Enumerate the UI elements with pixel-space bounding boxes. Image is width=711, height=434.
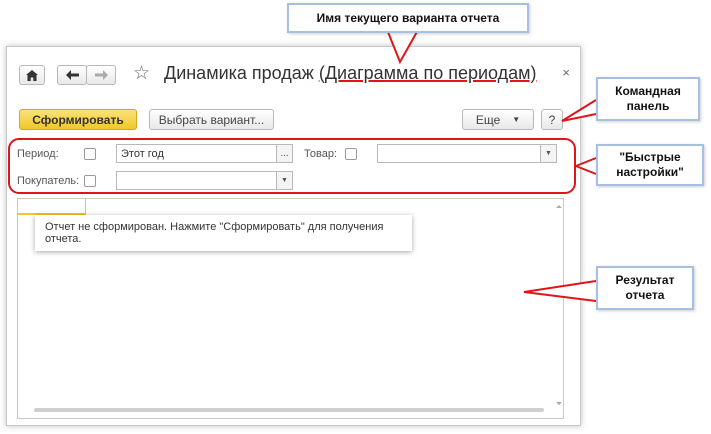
select-variant-button[interactable]: Выбрать вариант... [149, 109, 274, 130]
buyer-dropdown-button[interactable]: ▼ [276, 171, 293, 190]
star-icon[interactable]: ☆ [133, 62, 150, 85]
chevron-down-icon: ▼ [545, 150, 552, 157]
product-dropdown-button[interactable]: ▼ [540, 144, 557, 163]
report-result-callout: Результат отчета [596, 266, 694, 310]
chevron-down-icon: ▼ [281, 177, 288, 184]
period-field[interactable]: Этот год [116, 144, 277, 163]
quick-settings-callout: "Быстрые настройки" [596, 144, 704, 186]
buyer-field[interactable] [116, 171, 277, 190]
vertical-scrollbar[interactable] [556, 205, 562, 405]
period-checkbox[interactable] [84, 148, 96, 160]
scroll-up-arrow[interactable] [556, 205, 562, 208]
active-cell [18, 199, 86, 215]
report-name: Динамика продаж [164, 63, 319, 83]
help-button[interactable]: ? [541, 109, 563, 130]
home-button[interactable] [19, 65, 45, 85]
chevron-down-icon: ▼ [512, 115, 521, 124]
home-icon [26, 69, 38, 81]
buyer-label: Покупатель: [17, 175, 80, 187]
report-window: ☆ Динамика продаж (Диаграмма по периодам… [6, 46, 581, 426]
arrow-right-icon [94, 70, 108, 80]
command-panel-callout: Командная панель [596, 77, 700, 121]
product-label: Товар: [304, 148, 337, 160]
more-button[interactable]: Еще ▼ [462, 109, 534, 130]
buyer-checkbox[interactable] [84, 175, 96, 187]
period-label: Период: [17, 148, 59, 160]
forward-button[interactable] [86, 65, 116, 85]
product-field[interactable] [377, 144, 541, 163]
report-not-generated-message: Отчет не сформирован. Нажмите "Сформиров… [35, 215, 412, 251]
horizontal-scrollbar[interactable] [34, 408, 544, 412]
generate-button[interactable]: Сформировать [19, 109, 137, 130]
more-label: Еще [475, 112, 501, 127]
page-title: Динамика продаж (Диаграмма по периодам) [164, 63, 537, 84]
back-button[interactable] [57, 65, 87, 85]
product-checkbox[interactable] [345, 148, 357, 160]
variant-name: (Диаграмма по периодам) [318, 63, 537, 83]
period-select-button[interactable]: ... [276, 144, 293, 163]
close-icon[interactable]: × [562, 65, 570, 80]
scroll-down-arrow[interactable] [556, 402, 562, 405]
variant-name-callout: Имя текущего варианта отчета [287, 3, 529, 33]
arrow-left-icon [65, 70, 79, 80]
